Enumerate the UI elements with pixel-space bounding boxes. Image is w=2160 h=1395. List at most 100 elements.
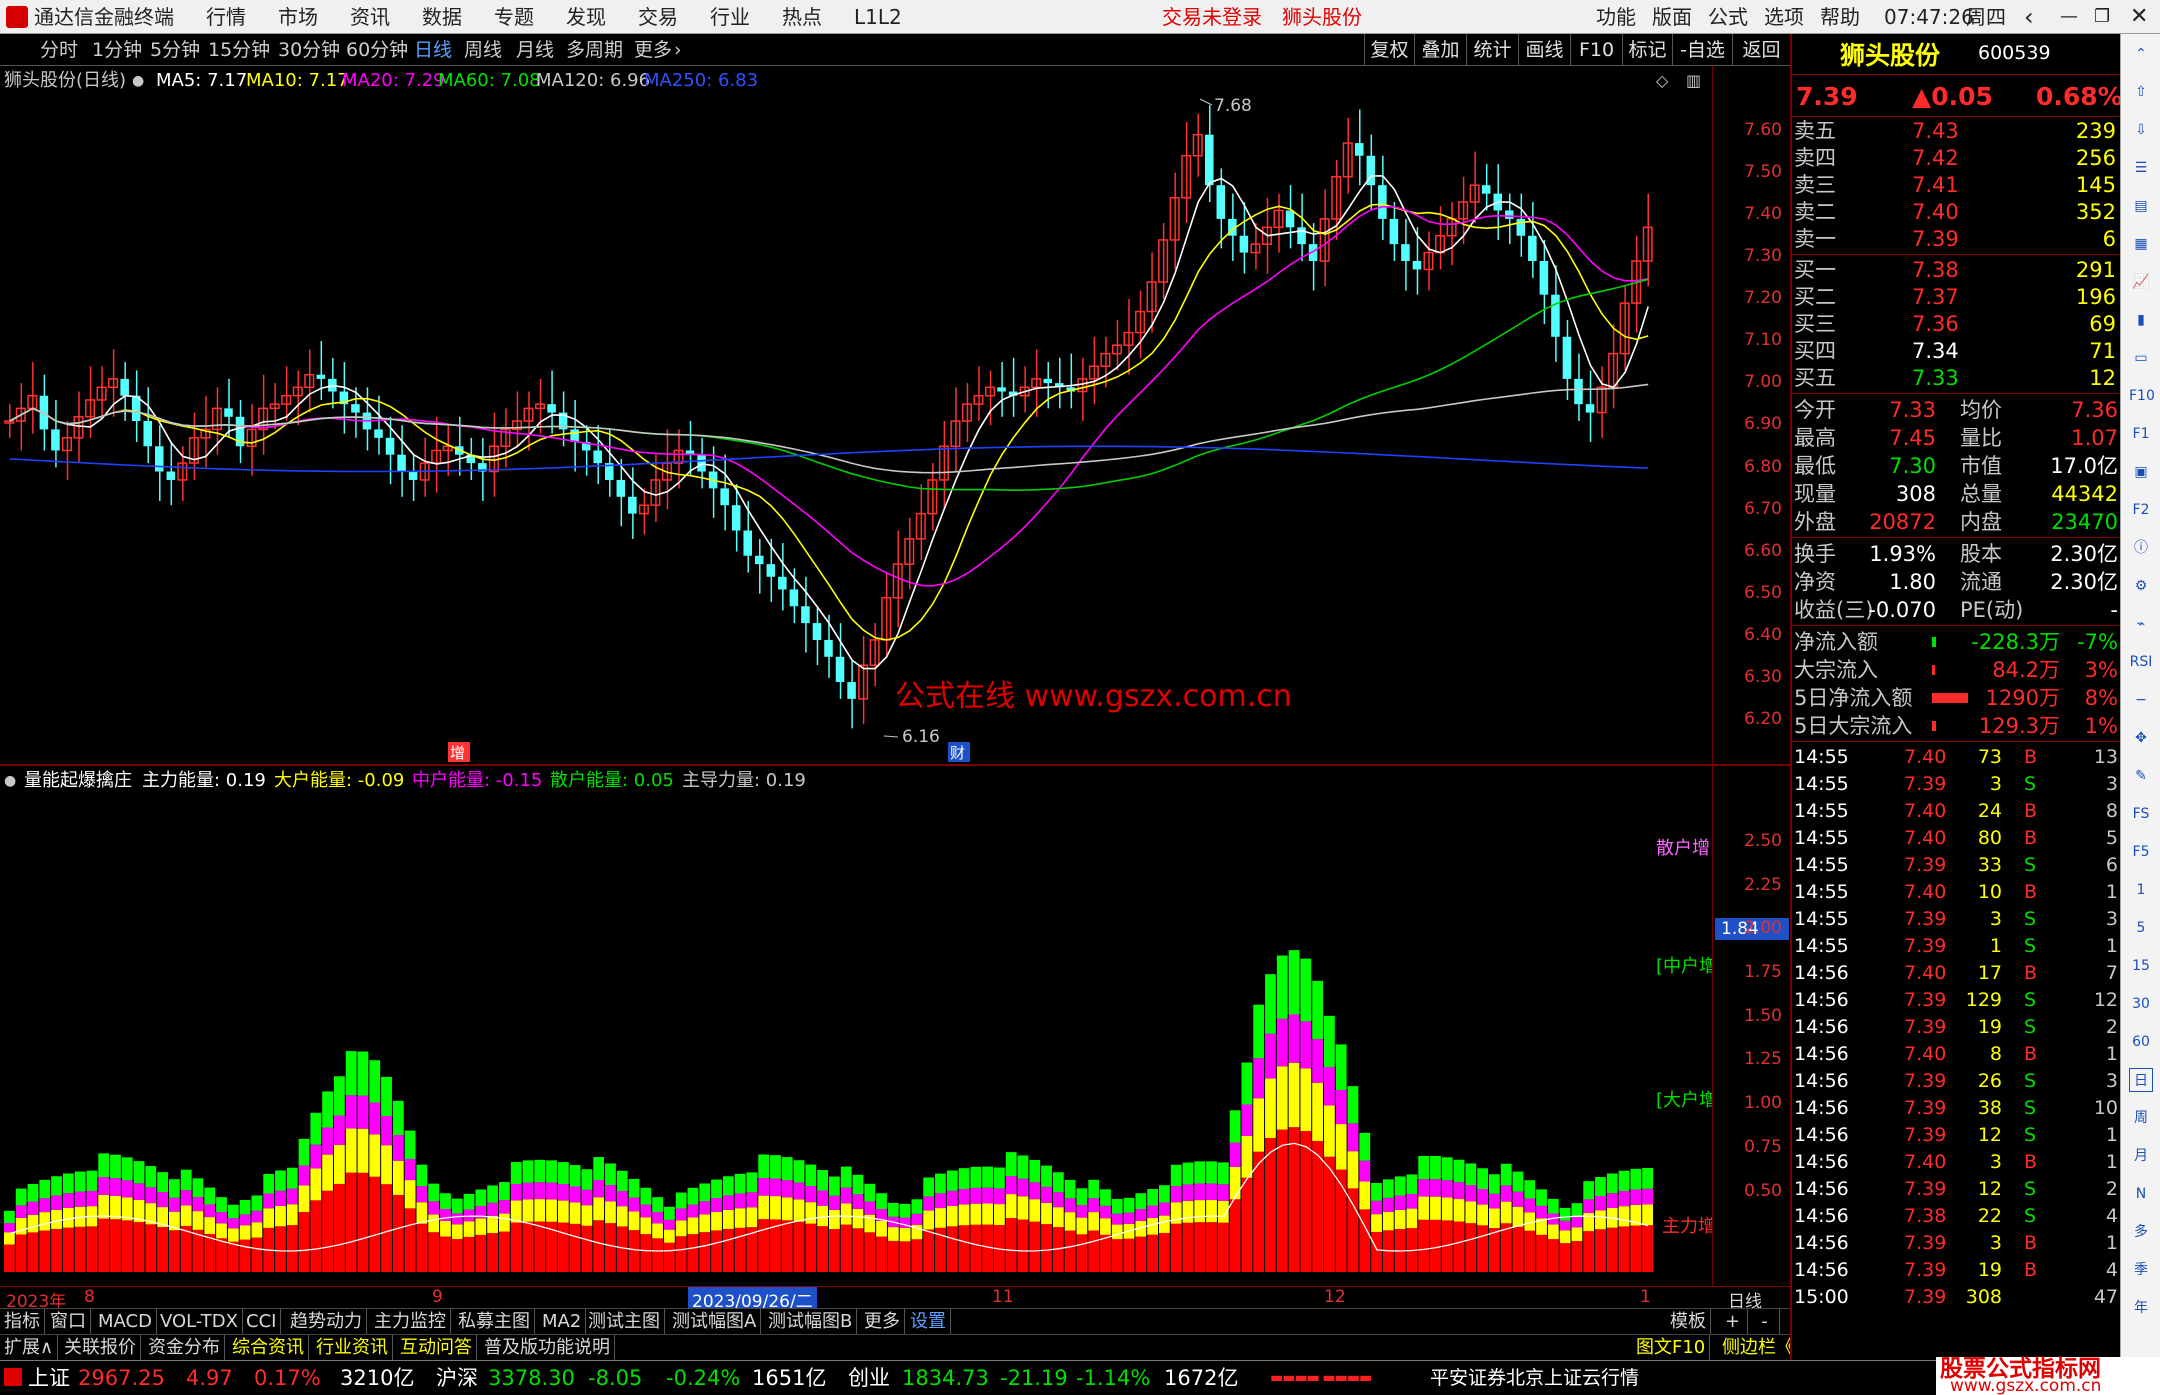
tab-remove[interactable]: - xyxy=(1750,1309,1780,1335)
tab-sidebar[interactable]: 侧边栏《 xyxy=(1718,1335,1798,1361)
bid-row[interactable]: 买四 7.34 71 xyxy=(1792,338,2122,365)
bid-row[interactable]: 买五 7.33 12 xyxy=(1792,365,2122,392)
tab-hangye[interactable]: 行业资讯 xyxy=(312,1335,393,1361)
tool-zixuan[interactable]: -自选 xyxy=(1672,34,1732,66)
n-icon[interactable]: N xyxy=(2129,1182,2153,1206)
ask-row[interactable]: 卖三 7.41 145 xyxy=(1792,172,2122,199)
sh-name[interactable]: 上证 xyxy=(28,1361,70,1395)
week-icon[interactable]: 周 xyxy=(2129,1106,2153,1130)
tab-simu[interactable]: 私募主图 xyxy=(454,1309,535,1335)
tab-guanlian[interactable]: 关联报价 xyxy=(60,1335,141,1361)
menu-gongshi[interactable]: 公式 xyxy=(1708,0,1748,34)
minus-icon[interactable]: − xyxy=(2129,688,2153,712)
menu-bangzhu[interactable]: 帮助 xyxy=(1820,0,1860,34)
60m-icon[interactable]: 60 xyxy=(2129,1030,2153,1054)
fs-icon[interactable]: FS xyxy=(2129,802,2153,826)
menu-zixun[interactable]: 资讯 xyxy=(350,0,390,34)
login-status[interactable]: 交易未登录 xyxy=(1162,0,1262,34)
tab-expand[interactable]: 扩展∧ xyxy=(0,1335,59,1361)
tab-more[interactable]: 更多 xyxy=(860,1309,905,1335)
5m-icon[interactable]: 5 xyxy=(2129,916,2153,940)
f2-icon[interactable]: F2 xyxy=(2129,498,2153,522)
1m-icon[interactable]: 1 xyxy=(2129,878,2153,902)
tab-test-main[interactable]: 测试主图 xyxy=(584,1309,665,1335)
tool-f10[interactable]: F10 xyxy=(1570,34,1622,66)
candlestick-chart[interactable]: 7.68 6.16 公式在线 www.gszx.com.cn 增 财 xyxy=(0,96,1712,764)
ask-row[interactable]: 卖一 7.39 6 xyxy=(1792,226,2122,253)
menu-shuju[interactable]: 数据 xyxy=(422,0,462,34)
chart-diamond-icon[interactable]: ◇ xyxy=(1656,66,1668,96)
tab-f10-graph[interactable]: 图文F10 xyxy=(1632,1335,1711,1361)
gear-icon[interactable]: ⚙ xyxy=(2129,574,2153,598)
multi-icon[interactable]: 多 xyxy=(2129,1220,2153,1244)
tool-fuquan[interactable]: 复权 xyxy=(1364,34,1414,66)
tab-settings[interactable]: 设置 xyxy=(906,1309,951,1335)
minimize-icon[interactable]: — xyxy=(2060,0,2078,34)
15m-icon[interactable]: 15 xyxy=(2129,954,2153,978)
info-icon[interactable]: ⓘ xyxy=(2129,536,2153,560)
menu-zhuanti[interactable]: 专题 xyxy=(494,0,534,34)
period-month[interactable]: 月线 xyxy=(516,34,554,66)
tab-cci[interactable]: CCI xyxy=(242,1309,282,1335)
doc-icon[interactable]: ▭ xyxy=(2129,346,2153,370)
menu-hangqing[interactable]: 行情 xyxy=(206,0,246,34)
move-icon[interactable]: ✥ xyxy=(2129,726,2153,750)
ask-row[interactable]: 卖二 7.40 352 xyxy=(1792,199,2122,226)
tab-test-a[interactable]: 测试幅图A xyxy=(668,1309,762,1335)
tab-chuangkou[interactable]: 窗口 xyxy=(46,1309,91,1335)
menu-shichang[interactable]: 市场 xyxy=(278,0,318,34)
finance-icon[interactable]: ▣ xyxy=(2129,460,2153,484)
back-icon[interactable]: ‹ xyxy=(2024,0,2034,34)
tab-qushi[interactable]: 趋势动力 xyxy=(286,1309,367,1335)
tab-template[interactable]: 模板 xyxy=(1666,1309,1711,1335)
pen-icon[interactable]: ✎ xyxy=(2129,764,2153,788)
bid-row[interactable]: 买三 7.36 69 xyxy=(1792,311,2122,338)
period-15min[interactable]: 15分钟 xyxy=(208,34,270,66)
menu-faxian[interactable]: 发现 xyxy=(566,0,606,34)
tool-diejia[interactable]: 叠加 xyxy=(1414,34,1466,66)
bid-row[interactable]: 买二 7.37 196 xyxy=(1792,284,2122,311)
menu-gongneng[interactable]: 功能 xyxy=(1596,0,1636,34)
more-chevron-icon[interactable]: › xyxy=(674,34,682,66)
tab-ma2[interactable]: MA2 xyxy=(538,1309,587,1335)
period-30min[interactable]: 30分钟 xyxy=(278,34,340,66)
f1-icon[interactable]: F1 xyxy=(2129,422,2153,446)
cy-name[interactable]: 创业 xyxy=(848,1361,890,1395)
period-5min[interactable]: 5分钟 xyxy=(150,34,200,66)
f5-icon[interactable]: F5 xyxy=(2129,840,2153,864)
tab-zhuli-jiankong[interactable]: 主力监控 xyxy=(370,1309,451,1335)
bar-icon[interactable]: ▮ xyxy=(2129,308,2153,332)
menu-redian[interactable]: 热点 xyxy=(782,0,822,34)
day-icon[interactable]: 日 xyxy=(2129,1068,2153,1092)
grid-icon[interactable]: ▦ xyxy=(2129,232,2153,256)
nav-up-icon[interactable]: ⇧ xyxy=(2129,80,2153,104)
magnet-icon[interactable]: ⌁ xyxy=(2129,612,2153,636)
tab-add[interactable]: + xyxy=(1718,1309,1748,1335)
period-week[interactable]: 周线 xyxy=(464,34,502,66)
month-icon[interactable]: 月 xyxy=(2129,1144,2153,1168)
ask-row[interactable]: 卖五 7.43 239 xyxy=(1792,118,2122,145)
tab-test-b[interactable]: 测试幅图B xyxy=(764,1309,858,1335)
year-icon[interactable]: 年 xyxy=(2129,1296,2153,1320)
period-day[interactable]: 日线 xyxy=(414,34,452,66)
tab-macd[interactable]: MACD xyxy=(94,1309,157,1335)
tab-puji[interactable]: 普及版功能说明 xyxy=(480,1335,615,1361)
period-1min[interactable]: 1分钟 xyxy=(92,34,142,66)
hs-name[interactable]: 沪深 xyxy=(436,1361,478,1395)
bid-row[interactable]: 买一 7.38 291 xyxy=(1792,257,2122,284)
period-multi[interactable]: 多周期 xyxy=(566,34,623,66)
indicator-toggle-icon[interactable]: ● xyxy=(4,766,16,796)
ask-row[interactable]: 卖四 7.42 256 xyxy=(1792,145,2122,172)
period-more[interactable]: 更多 xyxy=(634,34,672,66)
menu-jiaoyi[interactable]: 交易 xyxy=(638,0,678,34)
period-60min[interactable]: 60分钟 xyxy=(346,34,408,66)
menu-l1l2[interactable]: L1L2 xyxy=(854,0,902,34)
menu-banmian[interactable]: 版面 xyxy=(1652,0,1692,34)
ma-toggle-icon[interactable]: ● xyxy=(132,66,144,96)
f10-icon[interactable]: F10 xyxy=(2129,384,2155,408)
restore-icon[interactable]: ❐ xyxy=(2094,0,2110,34)
tool-fanhui[interactable]: 返回 xyxy=(1732,34,1790,66)
list-icon[interactable]: ☰ xyxy=(2129,156,2153,180)
tab-zonghe[interactable]: 综合资讯 xyxy=(228,1335,309,1361)
rsi-icon[interactable]: RSI xyxy=(2129,650,2153,674)
